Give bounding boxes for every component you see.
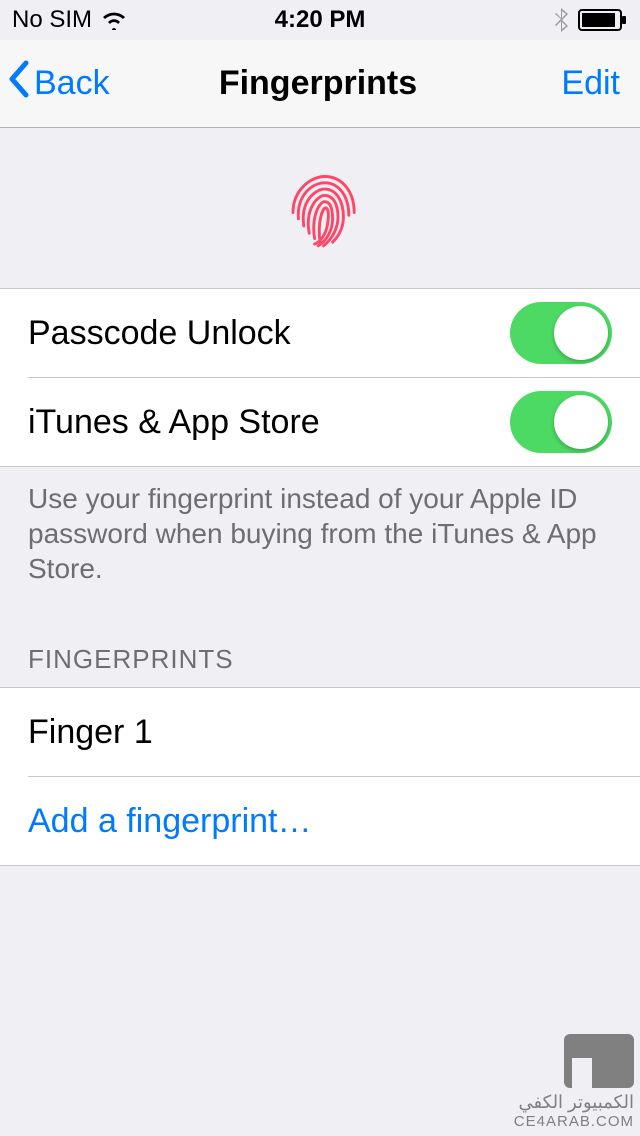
settings-group-toggles: Passcode Unlock iTunes & App Store <box>0 288 640 467</box>
watermark-line1: الكمبيوتر الكفي <box>514 1092 634 1113</box>
toggle-passcode-unlock[interactable] <box>510 302 612 364</box>
section-footer-text: Use your fingerprint instead of your App… <box>0 467 640 616</box>
toggle-itunes-appstore[interactable] <box>510 391 612 453</box>
row-fingerprint-1[interactable]: Finger 1 <box>0 688 640 776</box>
fingerprint-icon <box>275 163 365 253</box>
status-bar: No SIM 4:20 PM <box>0 0 640 40</box>
watermark-line2: CE4ARAB.COM <box>514 1113 634 1130</box>
page-title: Fingerprints <box>219 64 417 103</box>
back-button[interactable]: Back <box>6 59 110 108</box>
chevron-left-icon <box>6 59 32 108</box>
settings-group-fingerprints: Finger 1 Add a fingerprint… <box>0 687 640 866</box>
watermark: الكمبيوتر الكفي CE4ARAB.COM <box>514 1034 634 1130</box>
edit-button[interactable]: Edit <box>561 64 630 103</box>
bluetooth-icon <box>554 7 570 33</box>
nav-bar: Back Fingerprints Edit <box>0 40 640 128</box>
battery-icon <box>578 9 628 31</box>
section-header-fingerprints: FINGERPRINTS <box>0 616 640 687</box>
fingerprint-hero <box>0 128 640 288</box>
row-add-fingerprint[interactable]: Add a fingerprint… <box>0 777 640 865</box>
status-time: 4:20 PM <box>275 6 366 34</box>
carrier-label: No SIM <box>12 6 92 34</box>
back-label: Back <box>34 64 110 103</box>
add-fingerprint-label: Add a fingerprint… <box>28 802 312 841</box>
row-label: Passcode Unlock <box>28 314 291 353</box>
wifi-icon <box>100 10 128 30</box>
row-passcode-unlock: Passcode Unlock <box>0 289 640 377</box>
row-label: Finger 1 <box>28 713 153 752</box>
row-itunes-appstore: iTunes & App Store <box>0 378 640 466</box>
row-label: iTunes & App Store <box>28 403 320 442</box>
watermark-logo-icon <box>564 1034 634 1088</box>
